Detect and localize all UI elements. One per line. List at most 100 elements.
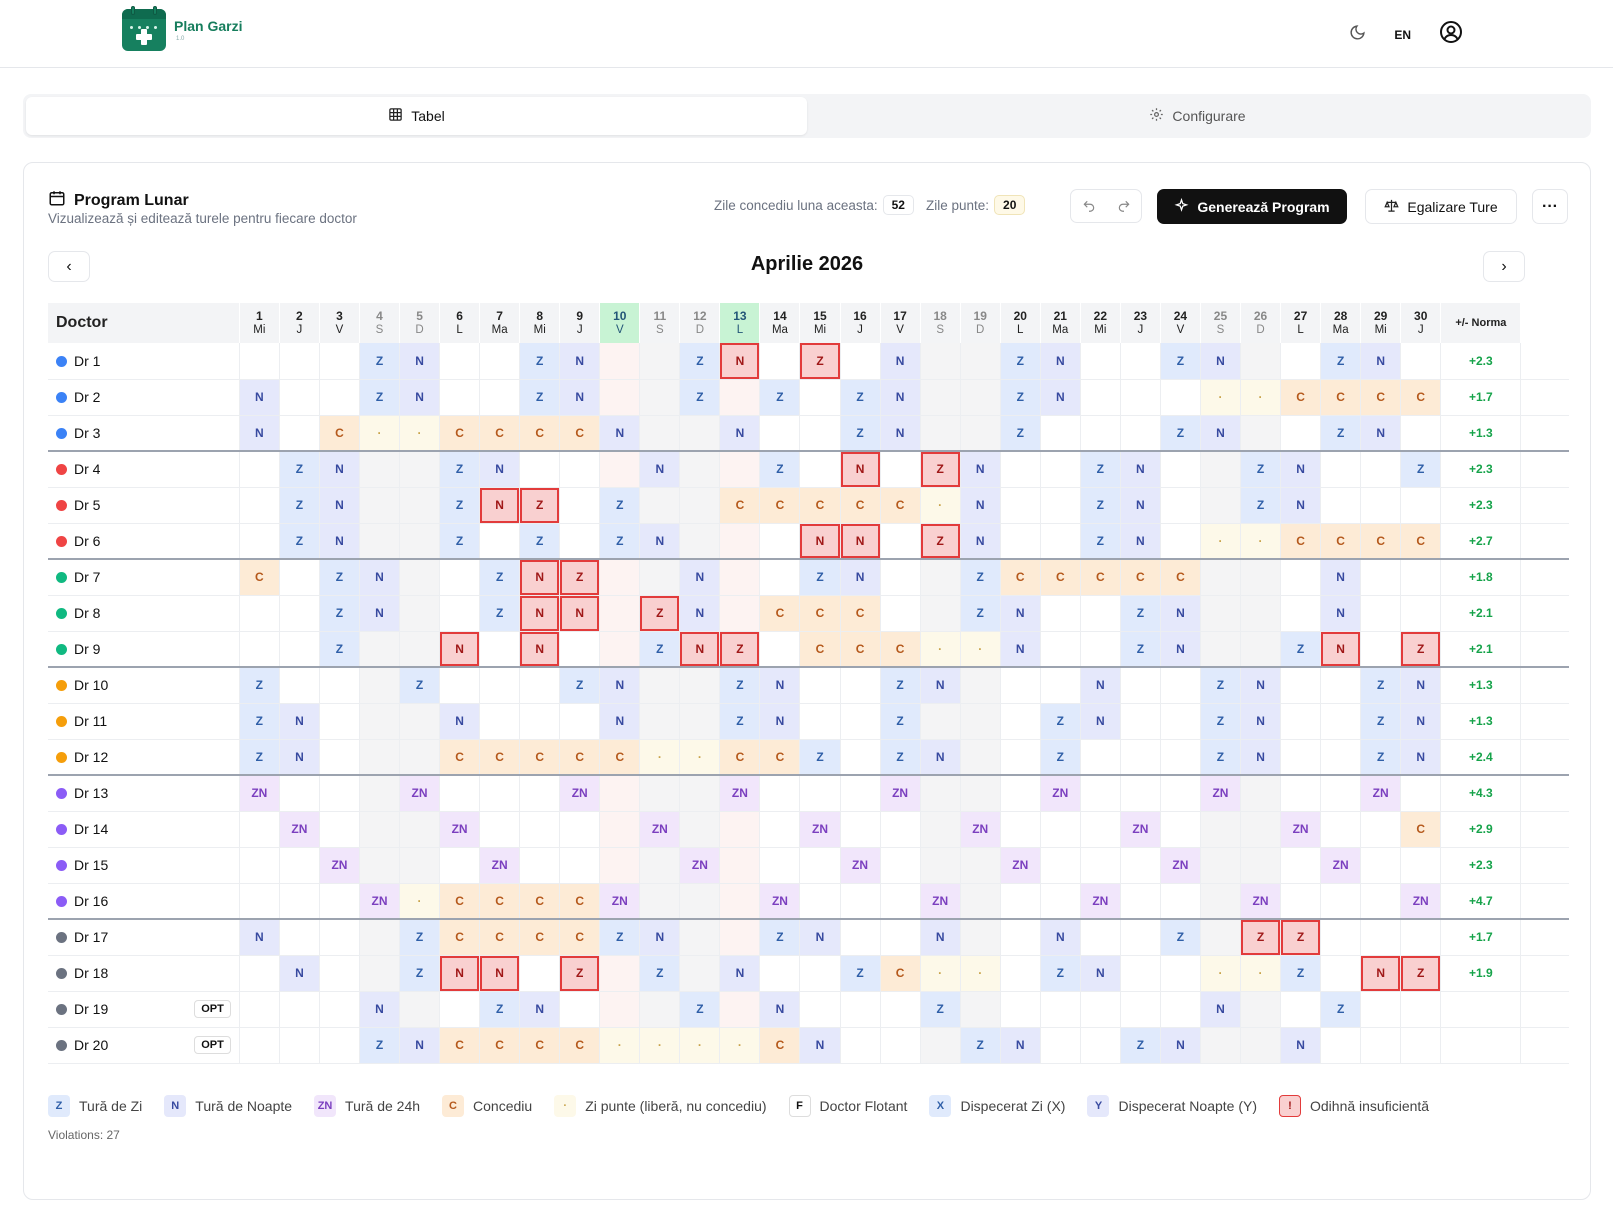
shift-cell[interactable] xyxy=(519,450,561,488)
shift-cell[interactable]: Z xyxy=(319,558,360,596)
shift-cell[interactable] xyxy=(679,955,721,992)
shift-cell[interactable] xyxy=(799,991,841,1028)
shift-cell[interactable]: Z xyxy=(1000,379,1041,416)
shift-cell[interactable] xyxy=(1320,739,1362,776)
shift-cell[interactable] xyxy=(759,558,801,596)
shift-cell[interactable]: C xyxy=(799,595,841,632)
shift-cell[interactable]: N xyxy=(1360,415,1402,452)
shift-cell[interactable] xyxy=(1160,991,1201,1028)
shift-cell[interactable]: Z xyxy=(399,918,441,956)
doctor-name-cell[interactable]: Dr 15 xyxy=(48,847,240,884)
shift-cell[interactable]: Z xyxy=(1320,343,1362,380)
shift-cell[interactable] xyxy=(1360,558,1402,596)
shift-cell[interactable] xyxy=(799,666,841,704)
shift-cell[interactable]: ZN xyxy=(920,883,961,920)
shift-cell[interactable] xyxy=(1320,450,1362,488)
shift-cell[interactable]: Z xyxy=(279,450,320,488)
shift-cell[interactable] xyxy=(1040,811,1081,848)
shift-cell[interactable]: N xyxy=(439,631,481,668)
shift-cell[interactable]: Z xyxy=(519,523,561,560)
shift-cell[interactable] xyxy=(399,523,441,560)
shift-cell[interactable] xyxy=(559,703,601,740)
shift-cell[interactable]: N xyxy=(399,1027,441,1064)
shift-cell[interactable] xyxy=(279,595,320,632)
shift-cell[interactable]: ZN xyxy=(1040,774,1081,812)
shift-cell[interactable]: N xyxy=(1400,739,1442,776)
shift-cell[interactable] xyxy=(639,379,681,416)
shift-cell[interactable] xyxy=(359,774,401,812)
shift-cell[interactable]: N xyxy=(1080,666,1121,704)
shift-cell[interactable]: N xyxy=(1240,739,1282,776)
shift-cell[interactable] xyxy=(1400,1027,1442,1064)
shift-cell[interactable]: Z xyxy=(1240,918,1282,956)
shift-cell[interactable]: · xyxy=(679,739,721,776)
shift-cell[interactable] xyxy=(399,703,441,740)
shift-cell[interactable]: Z xyxy=(359,1027,401,1064)
user-avatar-icon[interactable] xyxy=(1439,20,1463,49)
shift-cell[interactable] xyxy=(1160,703,1201,740)
shift-cell[interactable]: Z xyxy=(479,991,521,1028)
shift-cell[interactable] xyxy=(920,703,961,740)
shift-cell[interactable]: C xyxy=(1400,523,1442,560)
shift-cell[interactable]: C xyxy=(1040,558,1081,596)
shift-cell[interactable] xyxy=(880,847,921,884)
shift-cell[interactable] xyxy=(279,558,320,596)
shift-cell[interactable] xyxy=(1000,774,1041,812)
shift-cell[interactable]: ZN xyxy=(479,847,521,884)
shift-cell[interactable]: Z xyxy=(559,955,601,992)
shift-cell[interactable] xyxy=(439,558,481,596)
shift-cell[interactable] xyxy=(479,703,521,740)
redo-button[interactable] xyxy=(1106,190,1141,222)
shift-cell[interactable]: C xyxy=(439,883,481,920)
shift-cell[interactable]: N xyxy=(439,703,481,740)
shift-cell[interactable]: N xyxy=(559,343,601,380)
shift-cell[interactable] xyxy=(1280,883,1322,920)
shift-cell[interactable]: N xyxy=(1400,703,1442,740)
shift-cell[interactable] xyxy=(599,631,641,668)
shift-cell[interactable]: Z xyxy=(840,955,881,992)
shift-cell[interactable]: N xyxy=(799,918,841,956)
shift-cell[interactable] xyxy=(1000,918,1041,956)
shift-cell[interactable]: N xyxy=(319,487,360,524)
shift-cell[interactable]: C xyxy=(1280,523,1322,560)
doctor-name-cell[interactable]: Dr 20 OPT xyxy=(48,1027,240,1064)
shift-cell[interactable]: ZN xyxy=(880,774,921,812)
shift-cell[interactable] xyxy=(920,379,961,416)
shift-cell[interactable]: N xyxy=(519,631,561,668)
shift-cell[interactable]: N xyxy=(639,523,681,560)
shift-cell[interactable] xyxy=(639,847,681,884)
shift-cell[interactable]: N xyxy=(359,558,401,596)
shift-cell[interactable] xyxy=(319,991,360,1028)
shift-cell[interactable] xyxy=(399,739,441,776)
shift-cell[interactable]: Z xyxy=(1040,739,1081,776)
shift-cell[interactable]: ZN xyxy=(559,774,601,812)
shift-cell[interactable] xyxy=(1400,918,1442,956)
shift-cell[interactable] xyxy=(1320,774,1362,812)
shift-cell[interactable]: N xyxy=(1320,595,1362,632)
shift-cell[interactable]: Z xyxy=(1400,450,1442,488)
shift-cell[interactable]: ZN xyxy=(960,811,1001,848)
shift-cell[interactable]: C xyxy=(439,918,481,956)
shift-cell[interactable]: Z xyxy=(279,523,320,560)
shift-cell[interactable] xyxy=(1080,595,1121,632)
shift-cell[interactable] xyxy=(1040,595,1081,632)
shift-cell[interactable] xyxy=(960,703,1001,740)
shift-cell[interactable]: · xyxy=(1200,379,1242,416)
shift-cell[interactable]: ZN xyxy=(319,847,360,884)
shift-cell[interactable]: Z xyxy=(1160,918,1201,956)
shift-cell[interactable] xyxy=(1400,774,1442,812)
shift-cell[interactable] xyxy=(1000,523,1041,560)
shift-cell[interactable]: N xyxy=(639,450,681,488)
shift-cell[interactable]: Z xyxy=(639,631,681,668)
shift-cell[interactable] xyxy=(1320,487,1362,524)
shift-cell[interactable] xyxy=(1360,1027,1402,1064)
shift-cell[interactable]: Z xyxy=(799,739,841,776)
shift-cell[interactable] xyxy=(519,703,561,740)
shift-cell[interactable] xyxy=(279,883,320,920)
shift-cell[interactable]: N xyxy=(960,450,1001,488)
shift-cell[interactable] xyxy=(1000,666,1041,704)
shift-cell[interactable] xyxy=(599,450,641,488)
shift-cell[interactable] xyxy=(479,343,521,380)
shift-cell[interactable] xyxy=(880,595,921,632)
shift-cell[interactable] xyxy=(719,918,761,956)
